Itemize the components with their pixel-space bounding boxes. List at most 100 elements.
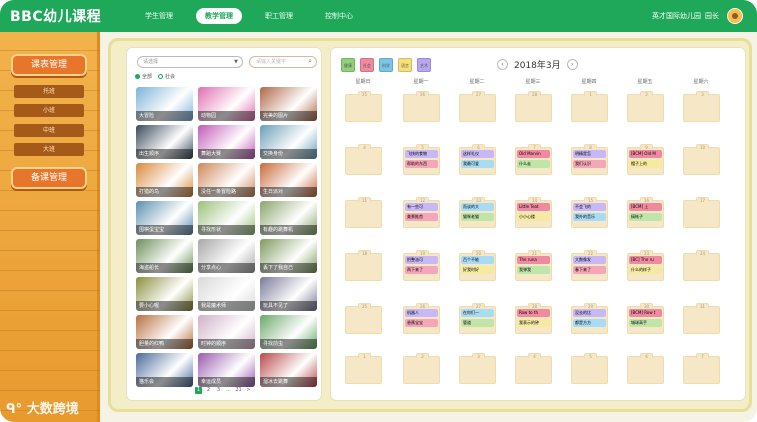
calendar-day[interactable]: 25 — [345, 303, 382, 334]
lesson-chip[interactable]: Row to th — [517, 309, 550, 317]
category-select[interactable]: 请选择 ▼ — [137, 56, 243, 68]
lesson-chip[interactable]: Old Marvin — [517, 150, 550, 158]
filter-radio-0[interactable]: 全部 — [135, 73, 152, 80]
prev-month-button[interactable]: ‹ — [497, 59, 508, 70]
calendar-day[interactable]: 19 把整油可 两下来了 — [403, 250, 440, 281]
lesson-chip[interactable]: 把整油可 — [405, 256, 438, 264]
lesson-chip[interactable]: 机器人 — [405, 309, 438, 317]
lesson-chip[interactable]: 百个不能 — [461, 256, 494, 264]
calendar-day[interactable]: 4 — [345, 144, 382, 175]
calendar-day[interactable]: 5 — [571, 353, 608, 384]
calendar-day[interactable]: 11 — [345, 197, 382, 228]
video-thumbnail[interactable]: 没任一条冒险路 — [198, 163, 255, 197]
page-button-3[interactable]: ... — [225, 387, 232, 394]
lesson-chip[interactable]: 好我时好 — [461, 266, 494, 274]
page-button-0[interactable]: 1 — [195, 387, 202, 394]
video-thumbnail[interactable]: 要小心喔 — [136, 277, 193, 311]
calendar-day[interactable]: 7 — [683, 353, 720, 384]
calendar-day[interactable]: 10 — [683, 144, 720, 175]
video-thumbnail[interactable]: 打猎的鸟 — [136, 163, 193, 197]
calendar-day[interactable]: 30 [BCM] Row t 城球高手 — [627, 303, 664, 334]
lesson-chip[interactable]: [BCM] Row t — [629, 309, 662, 317]
calendar-day[interactable]: 15 不会飞的 我外的音乐 — [571, 197, 608, 228]
radio-dot[interactable] — [158, 74, 164, 79]
calendar-day[interactable]: 18 — [345, 250, 382, 281]
subject-filter-1[interactable]: 社会 — [360, 58, 374, 72]
calendar-day[interactable]: 5 飞快的食物 帮助的东西 — [403, 144, 440, 175]
calendar-day[interactable]: 27 在你们一 管道 — [459, 303, 496, 334]
calendar-day[interactable]: 7 Old Marvin 什么走 — [515, 144, 552, 175]
video-thumbnail[interactable]: 交换身份 — [260, 125, 317, 159]
sidebar-item-schedule-management[interactable]: 课表管理 — [11, 54, 87, 76]
next-month-button[interactable]: › — [566, 59, 578, 70]
sidebar-item-class-1[interactable]: 小班 — [14, 104, 84, 117]
lesson-chip[interactable]: 在你们一 — [461, 309, 494, 317]
calendar-day[interactable]: 9 [BCM] Old M 帽子上的 — [627, 144, 664, 175]
video-thumbnail[interactable]: 我是魔术师 — [198, 277, 255, 311]
calendar-day[interactable]: 28 Row to th 我表示的钟 — [515, 303, 552, 334]
calendar-day[interactable]: 31 — [683, 303, 720, 334]
subject-filter-3[interactable]: 语言 — [398, 58, 412, 72]
video-thumbnail[interactable]: 出生顺序 — [136, 125, 193, 159]
video-thumbnail[interactable]: 溜冰去跳舞 — [260, 353, 317, 387]
lesson-chip[interactable]: 什么的样子 — [629, 266, 662, 274]
video-thumbnail[interactable]: 有趣的跳舞机 — [260, 201, 317, 235]
lesson-chip[interactable]: 管道 — [461, 319, 494, 327]
video-thumbnail[interactable]: 玩具不见了 — [260, 277, 317, 311]
video-thumbnail[interactable]: 胆量的红鸭 — [136, 315, 193, 349]
calendar-day[interactable]: 6 这样礼仪 我最可爱 — [459, 144, 496, 175]
lesson-chip[interactable]: 帮助的东西 — [405, 160, 438, 168]
lesson-chip[interactable]: 美景推首 — [405, 213, 438, 221]
video-thumbnail[interactable]: 寻找形状 — [198, 201, 255, 235]
calendar-day[interactable]: 2 — [403, 353, 440, 384]
calendar-day[interactable]: 20 百个不能 好我时好 — [459, 250, 496, 281]
calendar-day[interactable]: 2 — [627, 91, 664, 122]
lesson-chip[interactable]: 这样礼仪 — [461, 150, 494, 158]
video-thumbnail[interactable]: 时钟的顺序 — [198, 315, 255, 349]
lesson-chip[interactable]: 都是方方 — [573, 319, 606, 327]
calendar-day[interactable]: 22 大数像发 春下来了 — [571, 250, 608, 281]
video-thumbnail[interactable]: 幸运成员 — [198, 353, 255, 387]
calendar-day[interactable]: 6 — [627, 353, 664, 384]
sidebar-item-lesson-prep[interactable]: 备课管理 — [11, 167, 87, 189]
lesson-chip[interactable]: 小小心楼 — [517, 213, 550, 221]
sidebar-item-class-0[interactable]: 托班 — [14, 85, 84, 98]
video-thumbnail[interactable]: 围棋蛋宝宝 — [136, 201, 193, 235]
video-thumbnail[interactable]: 丢下了我自己 — [260, 239, 317, 273]
calendar-day[interactable]: 26 机器人 香蕉宝宝 — [403, 303, 440, 334]
calendar-day[interactable]: 21 The runa 我弹我 — [515, 250, 552, 281]
filter-radio-1[interactable]: 社会 — [158, 73, 175, 80]
lesson-chip[interactable]: 飞快的食物 — [405, 150, 438, 158]
sidebar-item-class-3[interactable]: 大班 — [14, 143, 84, 156]
page-button-2[interactable]: 3 — [215, 387, 222, 394]
sidebar-item-class-2[interactable]: 中班 — [14, 124, 84, 137]
nav-tab-0[interactable]: 学生管理 — [136, 8, 182, 24]
calendar-day[interactable]: 12 有一些可 美景推首 — [403, 197, 440, 228]
lesson-chip[interactable]: Little Teat — [517, 203, 550, 211]
search-icon[interactable]: ⌕ — [308, 56, 312, 66]
lesson-chip[interactable]: 明精是怎 — [573, 150, 606, 158]
calendar-day[interactable]: 8 明精是怎 我们认识 — [571, 144, 608, 175]
lesson-chip[interactable]: 搞帐子 — [629, 213, 662, 221]
video-thumbnail[interactable]: 寻找前虫 — [260, 315, 317, 349]
video-thumbnail[interactable]: 海盗船长 — [136, 239, 193, 273]
user-box[interactable]: 英才国际幼儿园 园长 — [652, 8, 743, 24]
lesson-chip[interactable]: 有一些可 — [405, 203, 438, 211]
video-thumbnail[interactable]: 动物园 — [198, 87, 255, 121]
lesson-chip[interactable]: 我弹我 — [517, 266, 550, 274]
lesson-chip[interactable]: [BCM] 上 — [629, 203, 662, 211]
calendar-day[interactable]: 3 — [683, 91, 720, 122]
video-thumbnail[interactable]: 生日派对 — [260, 163, 317, 197]
lesson-chip[interactable]: 而谈的大 — [461, 203, 494, 211]
video-thumbnail[interactable]: 舞蹈大赛 — [198, 125, 255, 159]
lesson-chip[interactable]: 我们认识 — [573, 160, 606, 168]
lesson-chip[interactable]: 我最可爱 — [461, 160, 494, 168]
page-button-1[interactable]: 2 — [205, 387, 212, 394]
page-button-5[interactable]: > — [245, 387, 252, 394]
subject-filter-0[interactable]: 健康 — [341, 58, 355, 72]
calendar-day[interactable]: 29 没去的比 都是方方 — [571, 303, 608, 334]
calendar-day[interactable]: 14 Little Teat 小小心楼 — [515, 197, 552, 228]
lesson-chip[interactable]: 我表示的钟 — [517, 319, 550, 327]
page-button-4[interactable]: 21 — [235, 387, 242, 394]
lesson-chip[interactable]: 城球高手 — [629, 319, 662, 327]
